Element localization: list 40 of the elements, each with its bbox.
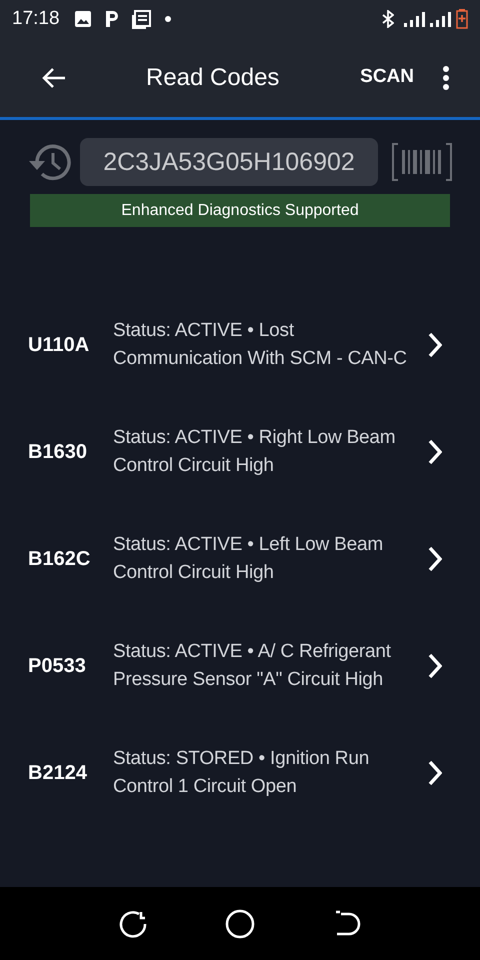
signal-icon <box>430 11 452 27</box>
trouble-code-row[interactable]: B2124 Status: STORED • Ignition Run Control 1 Circuit Open <box>0 719 480 826</box>
status-banner: Enhanced Diagnostics Supported <box>30 194 450 227</box>
status-time: 17:18 <box>12 6 60 31</box>
code-description: Status: ACTIVE • Lost Communication With SCM - CAN-C <box>113 319 408 370</box>
code-description: Status: ACTIVE • A/ C Refrigerant Pressure Sensor "A" Circuit High <box>113 640 392 692</box>
back-arrow-icon <box>41 66 67 88</box>
back-nav-icon[interactable] <box>333 910 361 938</box>
bluetooth-icon <box>382 10 394 28</box>
screen-title: Read Codes <box>146 62 280 92</box>
trouble-code: B1630 <box>28 440 88 464</box>
barcode-scan-icon[interactable] <box>392 143 452 181</box>
more-menu-icon[interactable] <box>442 64 450 90</box>
trouble-code: P0533 <box>28 654 87 678</box>
code-description: Status: ACTIVE • Right Low Beam Control Circuit High <box>113 426 396 478</box>
chevron-right-icon <box>428 546 442 572</box>
image-icon <box>74 10 92 28</box>
trouble-code: B2124 <box>28 760 88 786</box>
news-icon <box>132 10 151 28</box>
battery-icon <box>456 9 468 29</box>
history-icon[interactable] <box>28 142 72 182</box>
signal-icon <box>404 11 426 27</box>
trouble-code-row[interactable]: B162C Status: ACTIVE • Left Low Beam Control Circuit High <box>0 505 480 612</box>
chevron-right-icon <box>428 760 442 786</box>
code-description: Status: ACTIVE • Left Low Beam Control Circuit High <box>113 533 384 584</box>
code-description: Status: STORED • Ignition Run Control 1 Circuit Open <box>113 747 370 798</box>
trouble-code-row[interactable]: B1630 Status: ACTIVE • Right Low Beam Control Circuit High <box>0 398 480 505</box>
dot-icon <box>164 16 171 22</box>
chevron-right-icon <box>428 652 442 678</box>
vin-field[interactable]: 2C3JA53G05H106902 <box>80 138 378 186</box>
home-icon[interactable] <box>225 908 255 938</box>
recent-apps-icon[interactable] <box>119 910 147 938</box>
chevron-right-icon <box>428 332 442 358</box>
trouble-code: U110A <box>28 332 90 358</box>
chevron-right-icon <box>428 438 442 464</box>
trouble-code-row[interactable]: P0533 Status: ACTIVE • A/ C Refrigerant Pressure Sensor "A" Circuit High <box>0 612 480 719</box>
trouble-code-row[interactable]: U110A Status: ACTIVE • Lost Communication With SCM - CAN-C <box>0 291 480 398</box>
parking-icon <box>104 9 120 29</box>
scan-button[interactable]: SCAN <box>360 63 414 92</box>
trouble-code: B162C <box>28 546 92 572</box>
